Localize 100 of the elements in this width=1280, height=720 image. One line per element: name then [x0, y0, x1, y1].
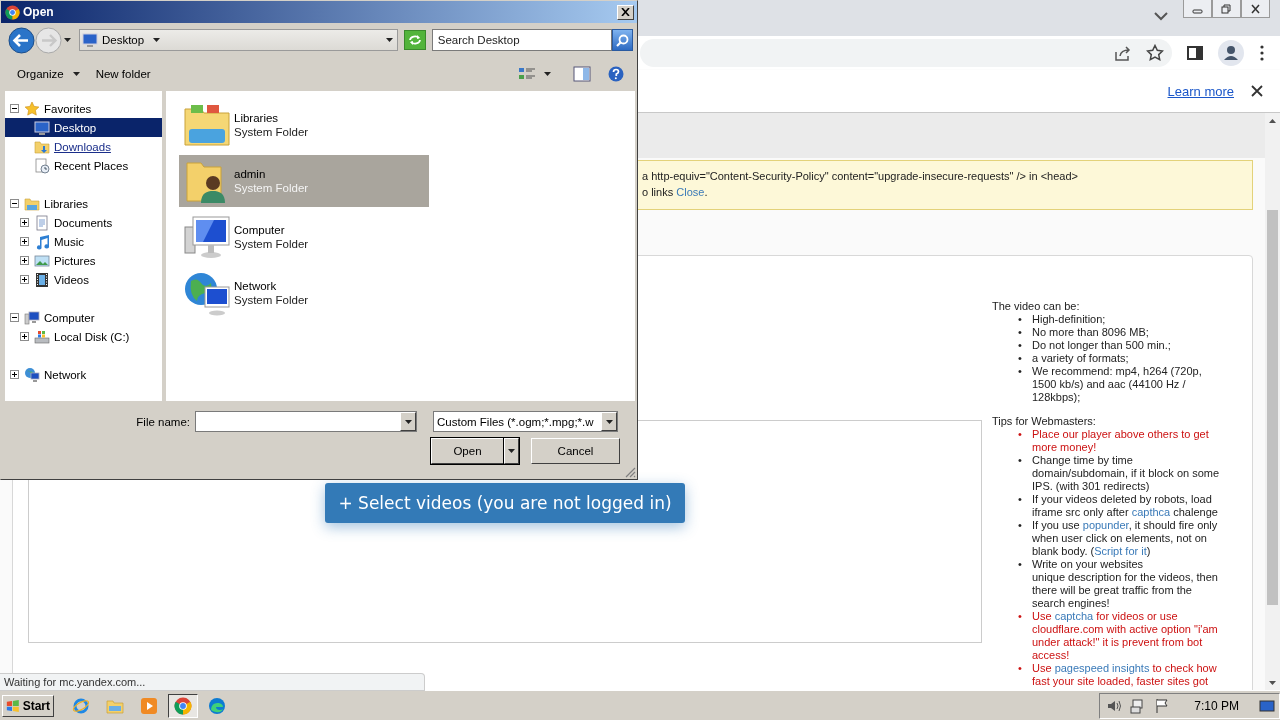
taskbar-app[interactable]	[168, 693, 198, 718]
text-link[interactable]: captcha	[1054, 610, 1094, 622]
expand-toggle[interactable]	[10, 313, 19, 322]
open-button[interactable]: Open	[431, 438, 504, 464]
expand-icon	[20, 256, 29, 265]
disk-drive-icon	[34, 328, 50, 345]
expand-toggle[interactable]	[10, 370, 19, 379]
tree-item[interactable]: Local Disk (C:)	[34, 327, 162, 346]
bullet: •	[1018, 313, 1023, 326]
bullet: •	[1018, 610, 1023, 624]
close-button[interactable]	[1241, 0, 1270, 18]
bullet: •	[1018, 519, 1023, 533]
preview-pane-button[interactable]	[571, 64, 593, 84]
command-button[interactable]: Organize	[11, 65, 86, 83]
expand-icon	[20, 332, 29, 341]
tree-item[interactable]: Videos	[34, 270, 162, 289]
select-videos-button[interactable]: + Select videos (you are not logged in)	[325, 483, 685, 523]
history-dropdown[interactable]	[64, 35, 74, 45]
search-icon	[616, 33, 630, 47]
show-desktop-icon[interactable]	[1259, 697, 1275, 714]
breadcrumb[interactable]: Desktop	[101, 34, 161, 46]
expand-toggle[interactable]	[20, 218, 29, 227]
expand-toggle[interactable]	[20, 275, 29, 284]
expand-toggle[interactable]	[20, 256, 29, 265]
side-panel-icon[interactable]	[1186, 44, 1204, 62]
views-dropdown[interactable]	[542, 70, 553, 78]
caret-icon	[508, 449, 515, 453]
start-button[interactable]: Start	[2, 694, 54, 717]
open-options-button[interactable]	[504, 438, 519, 464]
expand-toggle[interactable]	[20, 332, 29, 341]
text-link[interactable]: pagespeed insights	[1054, 662, 1150, 674]
recent-document-icon	[34, 157, 50, 174]
file-name-dropdown[interactable]	[400, 412, 416, 431]
scrollbar-thumb[interactable]	[1267, 210, 1278, 605]
music-note-icon	[34, 233, 50, 250]
tree-item[interactable]: Computer	[24, 308, 162, 327]
search-field[interactable]: Search Desktop	[431, 29, 613, 51]
command-button[interactable]: New folder	[89, 65, 157, 83]
network-icon	[24, 366, 40, 383]
expand-toggle[interactable]	[10, 104, 19, 113]
folder-item[interactable]: Libraries System Folder	[179, 99, 429, 151]
address-field[interactable]: Desktop	[78, 29, 398, 51]
list-item: Do not longer than 500 min.;	[1032, 339, 1172, 352]
close-icon[interactable]	[1251, 85, 1263, 97]
folder-item[interactable]: Computer System Folder	[179, 211, 429, 263]
search-button[interactable]	[612, 29, 633, 51]
chevron-down-icon[interactable]	[1154, 12, 1168, 21]
tree-item[interactable]: Desktop	[5, 118, 162, 137]
address-dropdown[interactable]	[385, 38, 393, 42]
bullet: •	[1018, 558, 1023, 572]
tree-item[interactable]: Network	[24, 365, 162, 384]
list-item: We recommend: mp4, h264 (720p, 1500 kb/s) and aac (44100 Hz / 128kbps);	[1032, 365, 1203, 404]
status-bubble: Waiting for mc.yandex.com...	[0, 673, 425, 691]
list-item: If you use popunder, it should fire only when user click on elements, not on blank body. (Script for it)	[1032, 519, 1219, 558]
file-type-dropdown[interactable]	[601, 412, 617, 431]
section-heading: Tips for Webmasters:	[992, 415, 1097, 428]
list-item: a variety of formats;	[1032, 352, 1130, 365]
flag-icon[interactable]	[1154, 697, 1171, 714]
tree-item[interactable]: Pictures	[34, 251, 162, 270]
folder-item[interactable]: Network System Folder	[179, 267, 429, 319]
expand-icon	[10, 313, 19, 322]
file-name-field[interactable]	[195, 411, 417, 432]
tree-item[interactable]: Music	[34, 232, 162, 251]
resize-grip[interactable]	[625, 467, 636, 478]
share-icon[interactable]	[1114, 44, 1132, 62]
back-button[interactable]	[8, 26, 35, 54]
bookmark-star-icon[interactable]	[1146, 44, 1164, 62]
tree-item[interactable]: Libraries	[24, 194, 162, 213]
tree-item[interactable]: Favorites	[24, 99, 162, 118]
download-folder-icon	[34, 138, 50, 155]
text-link[interactable]: capthca	[1131, 506, 1171, 518]
computer-icon	[183, 213, 231, 261]
list-item: If your videos deleted by robots, load iframe src only after capthca chalenge	[1032, 493, 1219, 519]
refresh-icon	[407, 34, 422, 46]
folder-item[interactable]: admin System Folder	[179, 155, 429, 207]
minimize-button[interactable]	[1183, 0, 1212, 18]
menu-icon[interactable]	[1260, 45, 1264, 61]
document-icon	[34, 214, 50, 231]
list-item: Place our player above others to get more money!	[1032, 428, 1210, 454]
film-icon	[34, 271, 50, 288]
text-link[interactable]: Script for it	[1094, 545, 1147, 557]
monitor-icon	[81, 32, 98, 48]
learn-more-link[interactable]: Learn more	[1167, 83, 1234, 99]
expand-icon	[20, 237, 29, 246]
tree-item[interactable]: Recent Places	[5, 156, 162, 175]
caret-icon	[153, 38, 161, 42]
item-name: Libraries	[234, 111, 280, 125]
profile-avatar[interactable]	[1218, 40, 1244, 66]
cancel-button[interactable]: Cancel	[531, 438, 620, 464]
text-link[interactable]: popunder	[1082, 519, 1129, 531]
restore-button[interactable]	[1212, 0, 1241, 18]
refresh-button[interactable]	[403, 30, 426, 50]
tree-item[interactable]: Documents	[34, 213, 162, 232]
list-item: Use captcha for videos or use cloudflare.com with active option "i'am under attack!" it is prevent from bot access!	[1032, 610, 1219, 662]
expand-toggle[interactable]	[10, 199, 19, 208]
expand-icon	[20, 218, 29, 227]
tree-item[interactable]: Downloads	[5, 137, 162, 156]
expand-toggle[interactable]	[20, 237, 29, 246]
file-type-select[interactable]: Custom Files (*.ogm;*.mpg;*.w	[433, 411, 618, 432]
list-item: Write on your websites unique description for the videos, then there will be great traffic from the search engines!	[1032, 558, 1219, 610]
